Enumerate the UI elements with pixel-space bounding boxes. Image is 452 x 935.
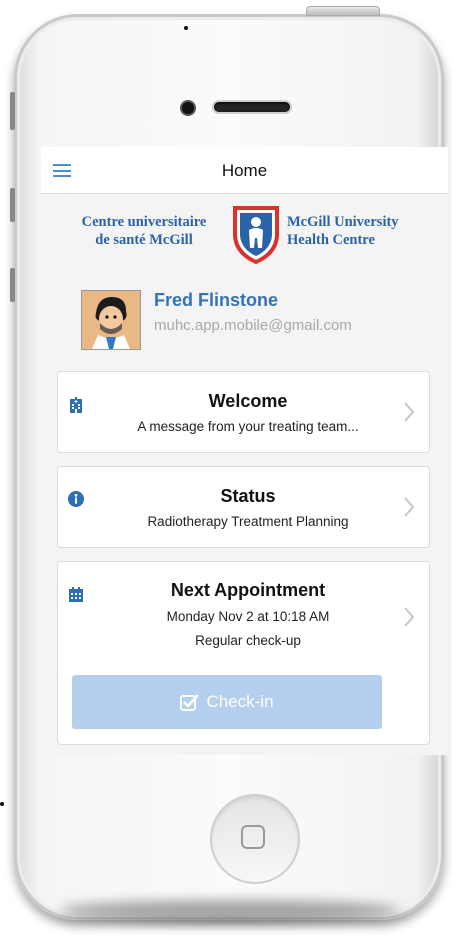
user-profile[interactable]: Fred Flinstone muhc.app.mobile@gmail.com: [81, 290, 431, 352]
appointment-title: Next Appointment: [170, 580, 326, 600]
info-icon: [68, 491, 84, 507]
chevron-right-icon: [404, 607, 415, 627]
logo-en-line2: Health Centre: [287, 232, 375, 248]
checkin-button[interactable]: Check-in: [72, 675, 382, 729]
avatar-image: [82, 291, 140, 349]
mute-switch: [10, 92, 15, 130]
phone-shadow: [60, 900, 400, 922]
logo-fr-line2: de santé McGill: [95, 232, 193, 248]
logo-text-en: McGill University Health Centre: [287, 213, 447, 249]
status-card[interactable]: Status Radiotherapy Treatment Planning: [57, 466, 430, 548]
checkbox-icon: [180, 694, 200, 711]
user-name: Fred Flinstone: [154, 290, 279, 310]
chevron-right-icon: [404, 497, 415, 517]
appointment-datetime: Monday Nov 2 at 10:18 AM: [166, 609, 330, 624]
welcome-card[interactable]: Welcome A message from your treating tea…: [57, 371, 430, 453]
hospital-logo: Centre universitaire de santé McGill McG…: [41, 203, 448, 273]
checkin-label: Check-in: [206, 692, 274, 711]
power-button: [306, 6, 380, 16]
calendar-icon: [69, 587, 83, 602]
earpiece-speaker: [214, 102, 290, 112]
phone-edge-dot: [0, 802, 4, 806]
volume-down-button: [10, 268, 15, 302]
logo-fr-line1: Centre universitaire: [81, 214, 207, 230]
status-subtitle: Radiotherapy Treatment Planning: [147, 514, 349, 529]
chevron-right-icon: [404, 402, 415, 422]
volume-up-button: [10, 188, 15, 222]
home-button-icon: [241, 825, 265, 849]
avatar: [81, 290, 141, 350]
status-title: Status: [220, 486, 276, 506]
logo-text-fr: Centre universitaire de santé McGill: [57, 213, 231, 249]
page-title: Home: [221, 161, 268, 180]
logo-en-line1: McGill University: [287, 214, 399, 230]
appointment-type: Regular check-up: [195, 633, 301, 648]
shield-logo-icon: [233, 206, 279, 264]
front-camera: [182, 102, 194, 114]
phone-top-dot: [184, 26, 188, 30]
top-navbar: Home: [41, 147, 448, 194]
welcome-subtitle: A message from your treating team...: [137, 419, 359, 434]
hospital-icon: [70, 397, 82, 413]
home-button[interactable]: [210, 794, 300, 884]
welcome-title: Welcome: [208, 391, 288, 411]
app-screen: Home Centre universitaire de santé McGil…: [41, 147, 448, 755]
user-email: muhc.app.mobile@gmail.com: [154, 317, 352, 334]
